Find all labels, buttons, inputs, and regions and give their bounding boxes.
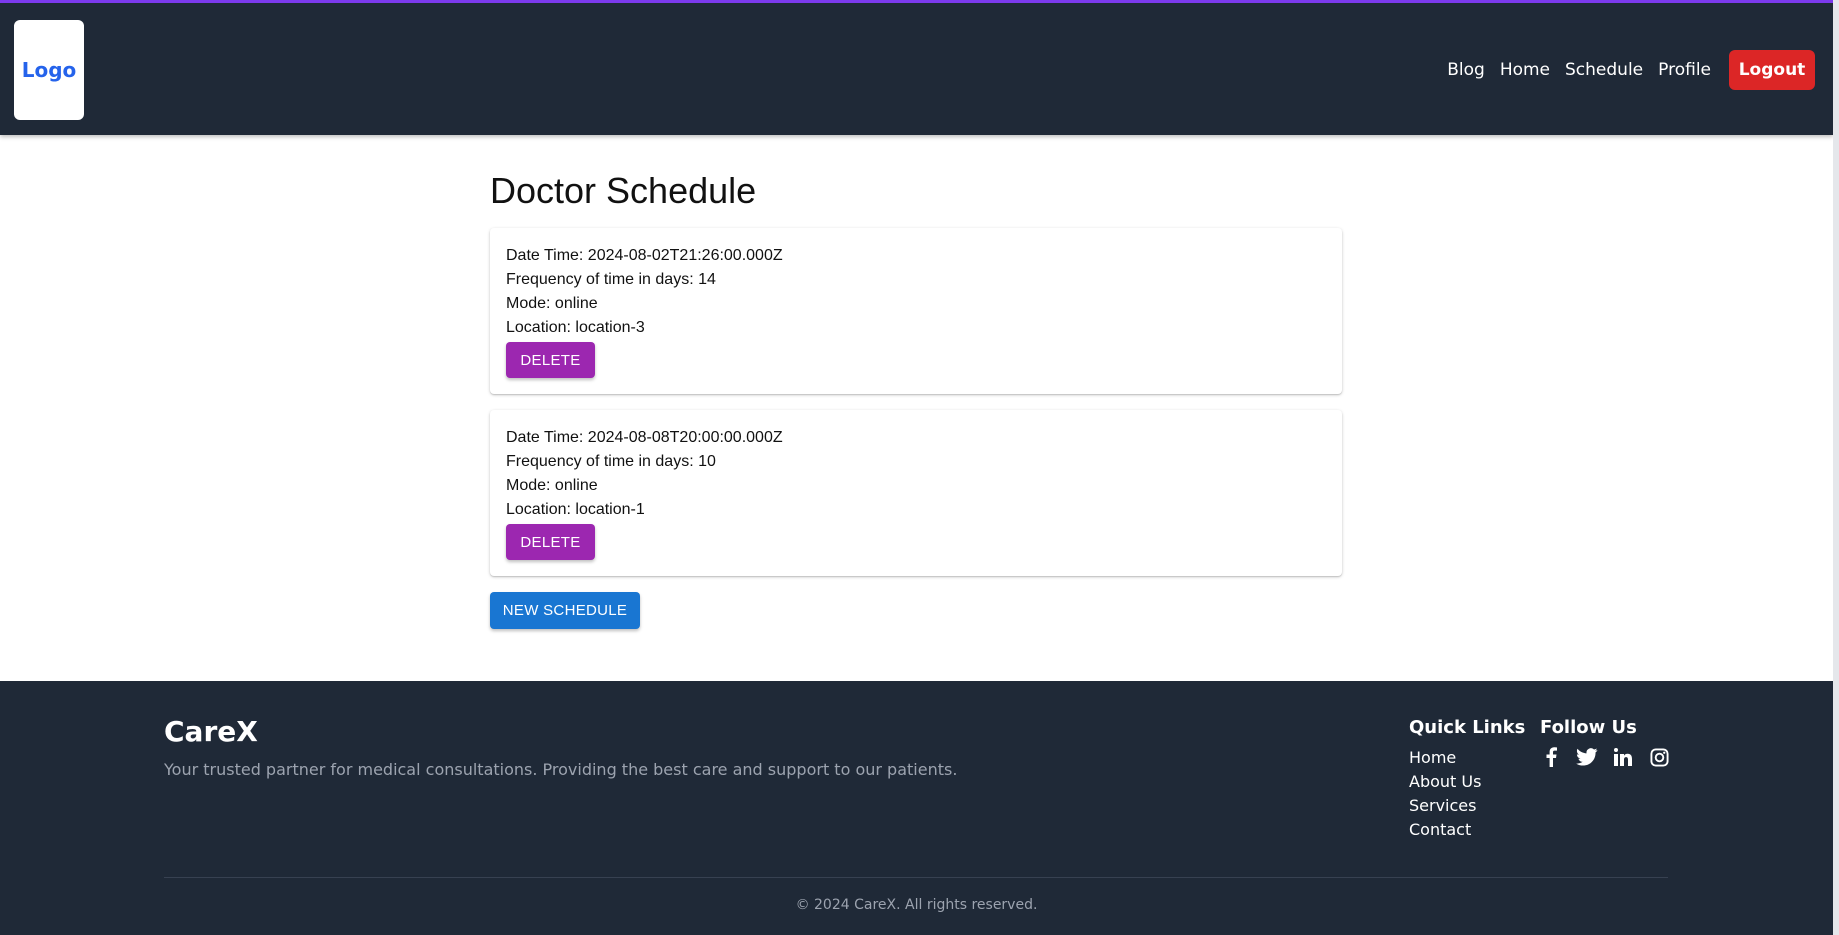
delete-schedule-button[interactable]: DELETE (506, 524, 595, 560)
page-title: Doctor Schedule (490, 170, 757, 211)
facebook-icon[interactable] (1540, 746, 1562, 768)
schedule-card: Date Time: 2024-08-08T20:00:00.000Z Freq… (490, 410, 1342, 576)
schedule-frequency: Frequency of time in days: 14 (506, 271, 716, 288)
footer-link-services[interactable]: Services (1409, 794, 1525, 818)
schedule-location: Location: location-1 (506, 501, 645, 518)
footer-link-contact[interactable]: Contact (1409, 818, 1525, 842)
schedule-main: Doctor Schedule Date Time: 2024-08-02T21… (490, 170, 1342, 629)
schedule-frequency: Frequency of time in days: 10 (506, 453, 716, 470)
footer-tagline: Your trusted partner for medical consult… (164, 760, 958, 779)
quick-links-title: Quick Links (1409, 717, 1526, 738)
twitter-icon[interactable] (1576, 746, 1598, 768)
schedule-card: Date Time: 2024-08-02T21:26:00.000Z Freq… (490, 228, 1342, 394)
nav-link-home[interactable]: Home (1500, 60, 1550, 80)
logo[interactable]: Logo (14, 20, 84, 120)
nav-link-schedule[interactable]: Schedule (1565, 60, 1643, 80)
follow-us: Follow Us (1540, 717, 1670, 768)
footer-brand: CareX (164, 715, 258, 748)
social-icons (1540, 746, 1670, 768)
nav-link-profile[interactable]: Profile (1658, 60, 1711, 80)
copyright-text: © 2024 CareX. All rights reserved. (795, 897, 1038, 913)
follow-us-title: Follow Us (1540, 717, 1637, 738)
footer-divider (164, 877, 1668, 878)
site-footer: CareX Your trusted partner for medical c… (0, 681, 1833, 935)
logo-text: Logo (21, 58, 77, 82)
linkedin-icon[interactable] (1612, 746, 1634, 768)
schedule-datetime: Date Time: 2024-08-02T21:26:00.000Z (506, 247, 783, 264)
logout-button[interactable]: Logout (1729, 50, 1815, 90)
top-navbar: Logo Blog Home Schedule Profile Logout (0, 0, 1833, 135)
nav-link-blog[interactable]: Blog (1447, 60, 1485, 80)
delete-schedule-button[interactable]: DELETE (506, 342, 595, 378)
footer-link-about-us[interactable]: About Us (1409, 770, 1525, 794)
quick-links: Quick Links Home About Us Services Conta… (1409, 717, 1525, 842)
footer-link-home[interactable]: Home (1409, 746, 1525, 770)
schedule-location: Location: location-3 (506, 319, 645, 336)
schedule-mode: Mode: online (506, 295, 598, 312)
page-scrollbar[interactable] (1833, 0, 1839, 935)
schedule-mode: Mode: online (506, 477, 598, 494)
instagram-icon[interactable] (1648, 746, 1670, 768)
new-schedule-button[interactable]: NEW SCHEDULE (490, 592, 640, 629)
schedule-datetime: Date Time: 2024-08-08T20:00:00.000Z (506, 429, 783, 446)
main-nav: Blog Home Schedule Profile Logout (1432, 50, 1815, 90)
